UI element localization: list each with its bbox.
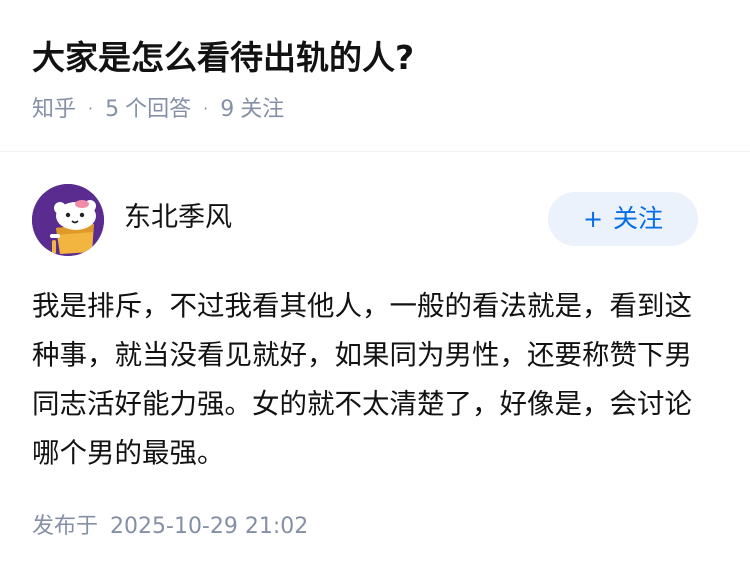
source-label[interactable]: 知乎 bbox=[32, 97, 76, 122]
author-name[interactable]: 东北季风 bbox=[124, 200, 232, 236]
plus-icon: + bbox=[582, 205, 604, 233]
separator-dot: · bbox=[203, 99, 209, 118]
followers-label: 关注 bbox=[240, 97, 285, 122]
published-date: 2025-10-29 21:02 bbox=[110, 514, 309, 539]
divider bbox=[0, 151, 750, 152]
answer-body: 我是排斥，不过我看其他人，一般的看法就是，看到这种事，就当没看见就好，如果同为男… bbox=[32, 282, 704, 478]
follow-label: 关注 bbox=[613, 204, 664, 233]
avatar[interactable] bbox=[32, 184, 104, 256]
answer-footer: 发布于 2025-10-29 21:02 bbox=[32, 510, 308, 544]
answer-text: 我是排斥，不过我看其他人，一般的看法就是，看到这种事，就当没看见就好，如果同为男… bbox=[32, 290, 692, 469]
question-header: 大家是怎么看待出轨的人? bbox=[32, 36, 726, 80]
answers-count: 5 bbox=[105, 97, 120, 122]
answers-label: 个回答 bbox=[125, 97, 192, 122]
question-meta: 知乎 · 5 个回答 · 9 关注 bbox=[32, 92, 284, 127]
separator-dot: · bbox=[88, 99, 94, 118]
cartoon-avatar-icon bbox=[32, 184, 104, 256]
follow-button[interactable]: + 关注 bbox=[548, 192, 698, 246]
followers-count: 9 bbox=[220, 97, 235, 122]
question-title[interactable]: 大家是怎么看待出轨的人? bbox=[32, 36, 726, 80]
published-label: 发布于 bbox=[32, 514, 99, 539]
author-row: 东北季风 + 关注 bbox=[32, 184, 698, 256]
